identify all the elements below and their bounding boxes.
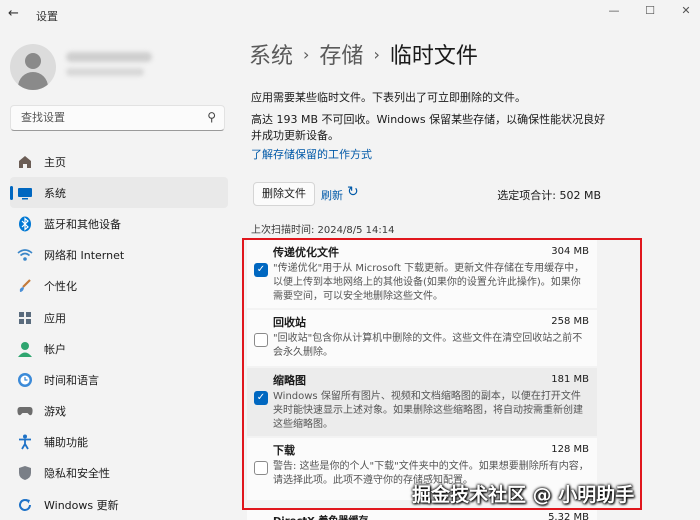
sidebar-item-accessibility[interactable]: 辅助功能: [10, 427, 228, 458]
wifi-icon: [16, 246, 34, 264]
delete-files-button[interactable]: 删除文件: [253, 182, 315, 206]
item-size: 128 MB: [551, 444, 589, 455]
description-line-1: 应用需要某些临时文件。下表列出了可立即删除的文件。: [251, 91, 526, 104]
item-size: 181 MB: [551, 374, 589, 385]
list-item-directx-cache[interactable]: DirectX 着色器缓存 5.32 MB: [247, 510, 597, 520]
breadcrumb-storage[interactable]: 存储: [319, 44, 363, 69]
sidebar-item-time-language[interactable]: 时间和语言: [10, 364, 228, 395]
search-input[interactable]: [19, 110, 203, 125]
chevron-right-icon: ›: [373, 45, 380, 64]
update-icon: [16, 496, 34, 514]
item-name: 传递优化文件: [273, 246, 339, 259]
checkbox-checked[interactable]: ✓: [254, 391, 268, 405]
page-description: 应用需要某些临时文件。下表列出了可立即删除的文件。 高达 193 MB 不可回收…: [251, 90, 611, 150]
account-icon: [16, 340, 34, 358]
avatar[interactable]: [10, 44, 56, 90]
learn-storage-reserve-link[interactable]: 了解存储保留的工作方式: [251, 146, 372, 162]
list-item-thumbnails[interactable]: ✓ 缩略图 181 MB Windows 保留所有图片、视频和文档缩略图的副本，…: [247, 368, 597, 436]
item-description: "回收站"包含你从计算机中删除的文件。这些文件在清空回收站之前不会永久删除。: [273, 333, 583, 358]
sidebar-item-bluetooth[interactable]: 蓝牙和其他设备: [10, 208, 228, 239]
sidebar-item-windows-update[interactable]: Windows 更新: [10, 489, 228, 520]
globe-clock-icon: [16, 371, 34, 389]
search-icon[interactable]: ⚲: [207, 110, 216, 124]
sidebar-item-personalization[interactable]: 个性化: [10, 271, 228, 302]
item-size: 5.32 MB: [548, 512, 589, 520]
sidebar-nav: 主页 系统 蓝牙和其他设备 网络和 Internet 个性化 应用 帐户 时间和…: [10, 146, 228, 520]
sidebar-item-home[interactable]: 主页: [10, 146, 228, 177]
temp-file-list: ✓ 传递优化文件 304 MB "传递优化"用于从 Microsoft 下载更新…: [247, 240, 597, 502]
checkbox-unchecked[interactable]: [254, 461, 268, 475]
sidebar-item-network[interactable]: 网络和 Internet: [10, 240, 228, 271]
page-title: 临时文件: [389, 44, 478, 69]
back-arrow-icon[interactable]: ←: [8, 6, 19, 21]
description-line-2: 高达 193 MB 不可回收。Windows 保留某些存储，以确保性能状况良好并…: [251, 113, 606, 142]
sidebar-item-privacy[interactable]: 隐私和安全性: [10, 458, 228, 489]
item-description: "传递优化"用于从 Microsoft 下载更新。更新文件存储在专用缓存中，以便…: [273, 263, 585, 302]
sidebar-item-apps[interactable]: 应用: [10, 302, 228, 333]
maximize-icon[interactable]: ☐: [640, 4, 660, 20]
chevron-right-icon: ›: [303, 45, 310, 64]
checkbox-checked[interactable]: ✓: [254, 263, 268, 277]
sidebar-item-accounts[interactable]: 帐户: [10, 333, 228, 364]
window-title: 设置: [36, 10, 58, 23]
item-name: 下载: [273, 444, 295, 457]
breadcrumb-system[interactable]: 系统: [249, 44, 293, 69]
refresh-button[interactable]: 刷新: [321, 187, 343, 203]
refresh-icon[interactable]: ↻: [347, 184, 359, 200]
item-name: 回收站: [273, 316, 306, 329]
checkbox-unchecked[interactable]: [254, 333, 268, 347]
gamepad-icon: [16, 402, 34, 420]
item-size: 304 MB: [551, 246, 589, 257]
item-name: 缩略图: [273, 374, 306, 387]
close-icon[interactable]: ✕: [676, 4, 696, 20]
home-icon: [16, 153, 34, 171]
minimize-icon[interactable]: —: [604, 4, 624, 20]
account-email-blurred: [66, 68, 144, 76]
item-description: Windows 保留所有图片、视频和文档缩略图的副本，以便在打开文件夹时能快速显…: [273, 391, 583, 430]
last-scan-time: 上次扫描时间: 2024/8/5 14:14: [251, 225, 395, 236]
sidebar-item-system[interactable]: 系统: [10, 177, 228, 209]
shield-icon: [16, 464, 34, 482]
list-item-recycle-bin[interactable]: 回收站 258 MB "回收站"包含你从计算机中删除的文件。这些文件在清空回收站…: [247, 310, 597, 366]
brush-icon: [16, 277, 34, 295]
title-bar: ← 设置 — ☐ ✕: [0, 0, 700, 30]
accessibility-icon: [16, 433, 34, 451]
list-item-delivery-optimization[interactable]: ✓ 传递优化文件 304 MB "传递优化"用于从 Microsoft 下载更新…: [247, 240, 597, 308]
apps-icon: [16, 309, 34, 327]
selected-total: 选定项合计: 502 MB: [497, 189, 601, 202]
breadcrumb: 系统 › 存储 › 临时文件: [249, 38, 478, 70]
toolbar: 删除文件 刷新 ↻ 选定项合计: 502 MB: [251, 182, 601, 208]
watermark: 掘金技术社区 @ 小明助手: [412, 484, 635, 506]
system-icon: [16, 184, 34, 202]
search-box[interactable]: ⚲: [10, 105, 225, 131]
item-name: DirectX 着色器缓存: [273, 512, 368, 520]
sidebar-item-gaming[interactable]: 游戏: [10, 396, 228, 427]
bluetooth-icon: [16, 215, 34, 233]
account-name-blurred: [66, 52, 152, 62]
item-size: 258 MB: [551, 316, 589, 327]
